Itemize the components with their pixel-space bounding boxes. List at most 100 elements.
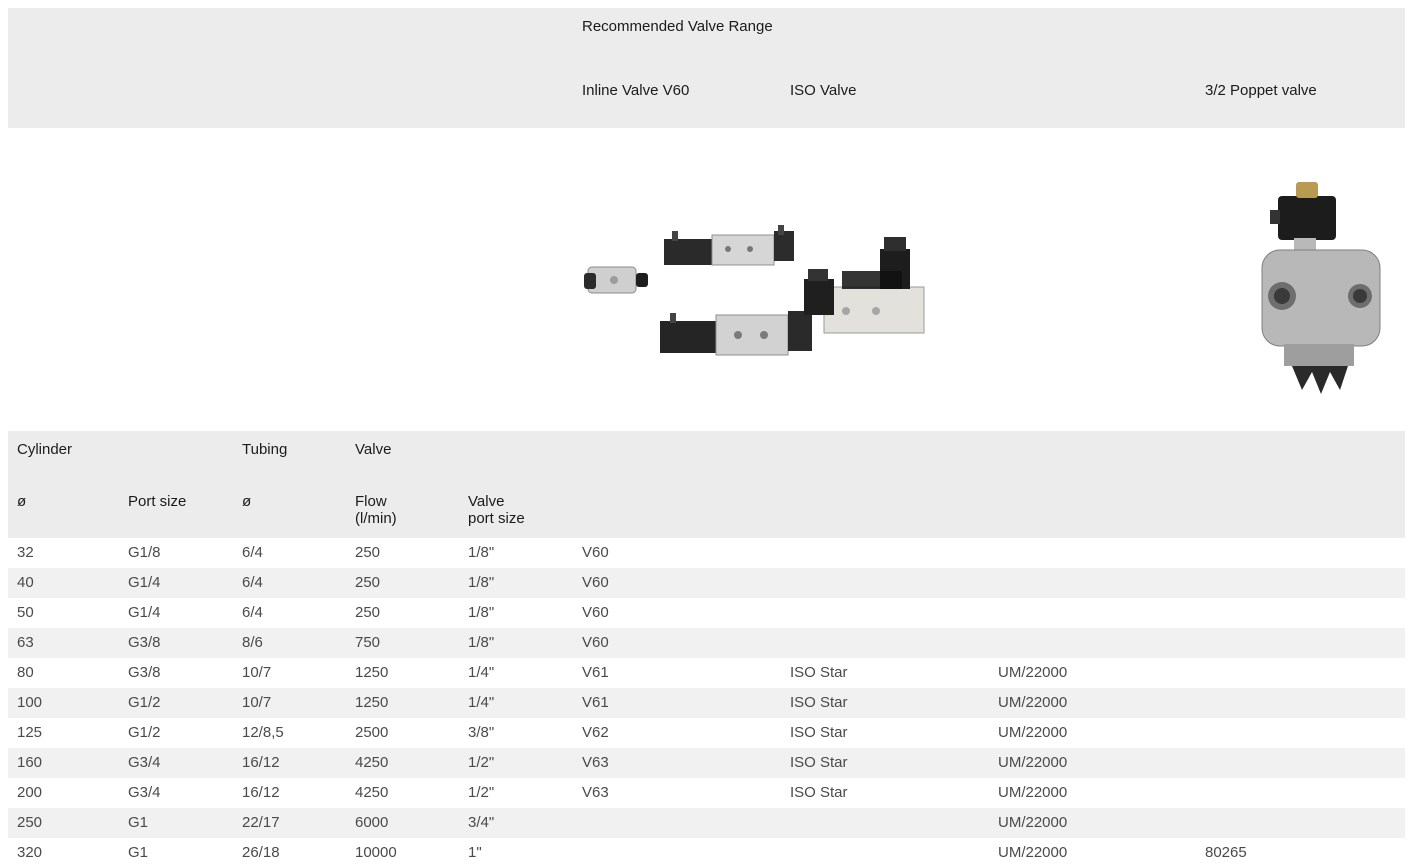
table-row: 80 G3/8 10/7 1250 1/4" V61 ISO Star UM/22000: [8, 658, 1405, 688]
table-row: 40 G1/4 6/4 250 1/8" V60: [8, 568, 1405, 598]
valve-port-size-cell: 1": [468, 844, 482, 861]
iso-valve-alt-cell: UM/22000: [998, 664, 1068, 681]
inline-valve-cell: V63: [582, 754, 609, 771]
inline-and-iso-valves-photo: [584, 225, 925, 356]
valve-port-size-cell: 1/2": [468, 784, 495, 801]
port-size-cell: G1/4: [128, 574, 161, 591]
tubing-size-cell: 16/12: [242, 784, 280, 801]
recommended-valve-range-title: Recommended Valve Range: [582, 18, 773, 35]
cylinder-diameter-cell: 32: [17, 544, 34, 561]
cylinder-diameter-cell: 125: [17, 724, 43, 741]
table-row: 250 G1 22/17 6000 3/4" UM/22000: [8, 808, 1405, 838]
port-size-cell: G1/2: [128, 724, 161, 741]
tubing-size-cell: 12/8,5: [242, 724, 284, 741]
inline-valve-cell: V62: [582, 724, 609, 741]
port-size-cell: G1: [128, 844, 149, 861]
valve-port-size-cell: 1/4": [468, 694, 495, 711]
iso-valve-alt-cell: UM/22000: [998, 784, 1068, 801]
valve-port-size-cell: 1/8": [468, 604, 495, 621]
table-row: 200 G3/4 16/12 4250 1/2" V63 ISO Star UM/22000: [8, 778, 1405, 808]
port-size-cell: G3/8: [128, 664, 161, 681]
tubing-size-cell: 10/7: [242, 694, 272, 711]
valve-group-header: Valve: [355, 441, 392, 458]
cylinder-diameter-cell: 40: [17, 574, 34, 591]
iso-valve-cell: ISO Star: [790, 784, 848, 801]
tubing-size-cell: 6/4: [242, 574, 263, 591]
iso-valve-alt-cell: UM/22000: [998, 844, 1068, 861]
tubing-size-cell: 10/7: [242, 664, 272, 681]
flow-cell: 2500: [355, 724, 389, 741]
cylinder-diameter-cell: 63: [17, 634, 34, 651]
tubing-size-cell: 6/4: [242, 604, 263, 621]
valve-port-size-cell: 3/8": [468, 724, 495, 741]
inline-valve-cell: V63: [582, 784, 609, 801]
port-size-cell: G3/4: [128, 754, 161, 771]
iso-valve-alt-cell: UM/22000: [998, 814, 1068, 831]
iso-valve-cell: ISO Star: [790, 754, 848, 771]
cylinder-diameter-cell: 80: [17, 664, 34, 681]
flow-cell: 10000: [355, 844, 397, 861]
inline-valve-cell: V61: [582, 664, 609, 681]
iso-valve-cell: ISO Star: [790, 664, 848, 681]
table-row: 160 G3/4 16/12 4250 1/2" V63 ISO Star UM/22000: [8, 748, 1405, 778]
poppet-valve-cell: 80265: [1205, 844, 1247, 861]
flow-header: Flow (l/min): [355, 493, 397, 527]
port-size-cell: G1/4: [128, 604, 161, 621]
iso-valve-cell: ISO Star: [790, 724, 848, 741]
valve-selection-table: Recommended Valve Range Inline Valve V60…: [8, 8, 1405, 866]
table-row: 63 G3/8 8/6 750 1/8" V60: [8, 628, 1405, 658]
iso-valve-alt-cell: UM/22000: [998, 754, 1068, 771]
tubing-size-cell: 8/6: [242, 634, 263, 651]
valve-port-header-line1: Valve: [468, 493, 505, 510]
table-header-band: Recommended Valve Range Inline Valve V60…: [8, 8, 1405, 128]
port-size-cell: G1/2: [128, 694, 161, 711]
valve-port-size-cell: 1/4": [468, 664, 495, 681]
tubing-size-cell: 6/4: [242, 544, 263, 561]
flow-cell: 250: [355, 544, 381, 561]
column-header-band: Cylinder Tubing Valve ø Port size ø Flow…: [8, 431, 1405, 538]
flow-cell: 250: [355, 604, 381, 621]
valve-port-size-cell: 1/2": [468, 754, 495, 771]
iso-valve-heading: ISO Valve: [790, 82, 857, 99]
cylinder-diameter-cell: 50: [17, 604, 34, 621]
flow-cell: 1250: [355, 694, 389, 711]
cylinder-diameter-cell: 160: [17, 754, 43, 771]
table-row: 100 G1/2 10/7 1250 1/4" V61 ISO Star UM/22000: [8, 688, 1405, 718]
tubing-size-cell: 26/18: [242, 844, 280, 861]
iso-valve-alt-cell: UM/22000: [998, 694, 1068, 711]
port-size-cell: G1/8: [128, 544, 161, 561]
tubing-group-header: Tubing: [242, 441, 288, 458]
inline-valve-cell: V60: [582, 604, 609, 621]
tubing-diameter-header: ø: [242, 493, 252, 510]
inline-valve-cell: V60: [582, 634, 609, 651]
flow-cell: 4250: [355, 754, 389, 771]
inline-valve-cell: V61: [582, 694, 609, 711]
poppet-valve-heading: 3/2 Poppet valve: [1205, 82, 1317, 99]
cylinder-group-header: Cylinder: [17, 441, 73, 458]
flow-cell: 250: [355, 574, 381, 591]
table-row: 32 G1/8 6/4 250 1/8" V60: [8, 538, 1405, 568]
cylinder-diameter-header: ø: [17, 493, 27, 510]
inline-valve-cell: V60: [582, 574, 609, 591]
cylinder-diameter-cell: 250: [17, 814, 43, 831]
table-row: 50 G1/4 6/4 250 1/8" V60: [8, 598, 1405, 628]
table-row: 320 G1 26/18 10000 1" UM/22000 80265: [8, 838, 1405, 866]
port-size-cell: G1: [128, 814, 149, 831]
flow-header-line2: (l/min): [355, 510, 397, 527]
inline-valve-heading: Inline Valve V60: [582, 82, 690, 99]
flow-header-line1: Flow: [355, 493, 387, 510]
table-row: 125 G1/2 12/8,5 2500 3/8" V62 ISO Star UM/22000: [8, 718, 1405, 748]
product-images-band: [8, 128, 1405, 431]
valve-port-size-header: Valve port size: [468, 493, 525, 527]
valve-port-size-cell: 1/8": [468, 634, 495, 651]
flow-cell: 1250: [355, 664, 389, 681]
port-size-cell: G3/4: [128, 784, 161, 801]
valve-port-size-cell: 1/8": [468, 544, 495, 561]
iso-valve-alt-cell: UM/22000: [998, 724, 1068, 741]
cylinder-diameter-cell: 100: [17, 694, 43, 711]
tubing-size-cell: 16/12: [242, 754, 280, 771]
flow-cell: 4250: [355, 784, 389, 801]
flow-cell: 750: [355, 634, 381, 651]
tubing-size-cell: 22/17: [242, 814, 280, 831]
cylinder-diameter-cell: 200: [17, 784, 43, 801]
